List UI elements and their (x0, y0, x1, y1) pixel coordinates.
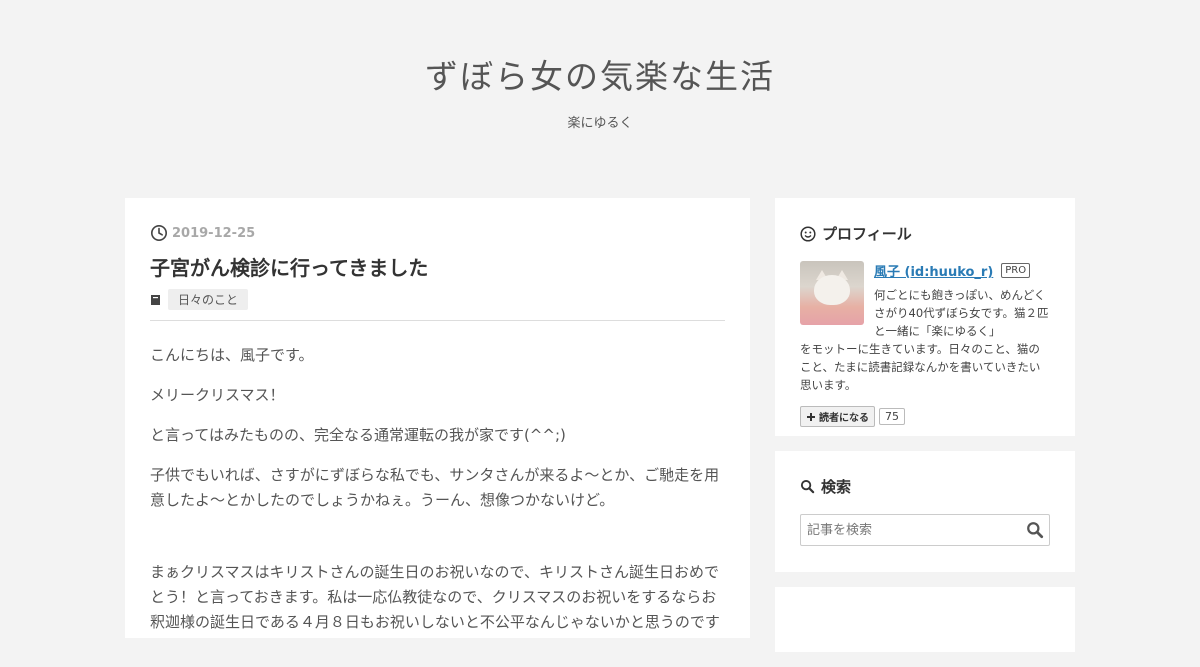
blog-description: 楽にゆるく (567, 116, 633, 131)
search-icon (1027, 522, 1044, 539)
smiley-icon (800, 225, 816, 242)
profile-heading-label: プロフィール (822, 225, 912, 243)
blog-title[interactable]: ずぼら女の気楽な生活 (0, 50, 1200, 98)
sidebar: プロフィール 風子 (id:huuko_r) PRO 何ごとにも飽きっぽい、めん… (775, 198, 1075, 667)
pro-badge[interactable]: PRO (1001, 263, 1031, 278)
profile-bio-full: をモットーに生きています。日々のこと、猫のこと、たまに読書記録なんかを書いていき… (800, 342, 1041, 392)
body-paragraph: こんにちは、風子です。 (150, 346, 314, 364)
subscribe-label: 読者になる (819, 413, 869, 424)
search-button[interactable] (1026, 521, 1044, 539)
category-tag[interactable]: 日々のこと (168, 289, 249, 310)
search-heading-icon (800, 479, 815, 494)
body-paragraph: まぁクリスマスはキリストさんの誕生日のお祝いなので、キリストさん誕生日おめでとう… (150, 563, 720, 631)
profile-heading: プロフィール (800, 223, 1050, 244)
clock-icon (150, 224, 168, 242)
blog-header: ずぼら女の気楽な生活 楽にゆるく (0, 0, 1200, 131)
search-input[interactable] (800, 514, 1050, 546)
plus-icon (807, 412, 815, 421)
sidebar-module (775, 587, 1075, 652)
entry-category-row: 日々のこと (150, 289, 725, 321)
body-paragraph: と言ってはみたものの、完全なる通常運転の我が家です(^^;) (150, 426, 566, 444)
entry-body: こんにちは、風子です。 メリークリスマス！ と言ってはみたものの、完全なる通常運… (150, 321, 725, 635)
search-heading-label: 検索 (821, 478, 852, 496)
body-paragraph: メリークリスマス！ (150, 386, 285, 404)
profile-name-link[interactable]: 風子 (id:huuko_r) (874, 261, 993, 280)
subscribe-button[interactable]: 読者になる (800, 406, 875, 427)
search-module: 検索 (775, 451, 1075, 572)
entry-date[interactable]: 2019-12-25 (172, 226, 255, 241)
avatar[interactable] (800, 261, 864, 325)
entry-title[interactable]: 子宮がん検診に行ってきました (150, 252, 725, 281)
main-article: 2019-12-25 子宮がん検診に行ってきました 日々のこと こんにちは、風子… (125, 198, 750, 638)
profile-bio-side: 何ごとにも飽きっぽい、めんどくさがり40代ずぼら女です。猫２匹と一緒に「楽にゆる… (874, 288, 1049, 338)
profile-module: プロフィール 風子 (id:huuko_r) PRO 何ごとにも飽きっぽい、めん… (775, 198, 1075, 436)
reader-count[interactable]: 75 (879, 408, 905, 425)
entry-date-row: 2019-12-25 (150, 224, 725, 242)
book-icon (151, 294, 160, 305)
search-heading: 検索 (800, 476, 1050, 497)
body-paragraph: 子供でもいれば、さすがにずぼらな私でも、サンタさんが来るよ～とか、ご馳走を用意し… (150, 466, 720, 509)
